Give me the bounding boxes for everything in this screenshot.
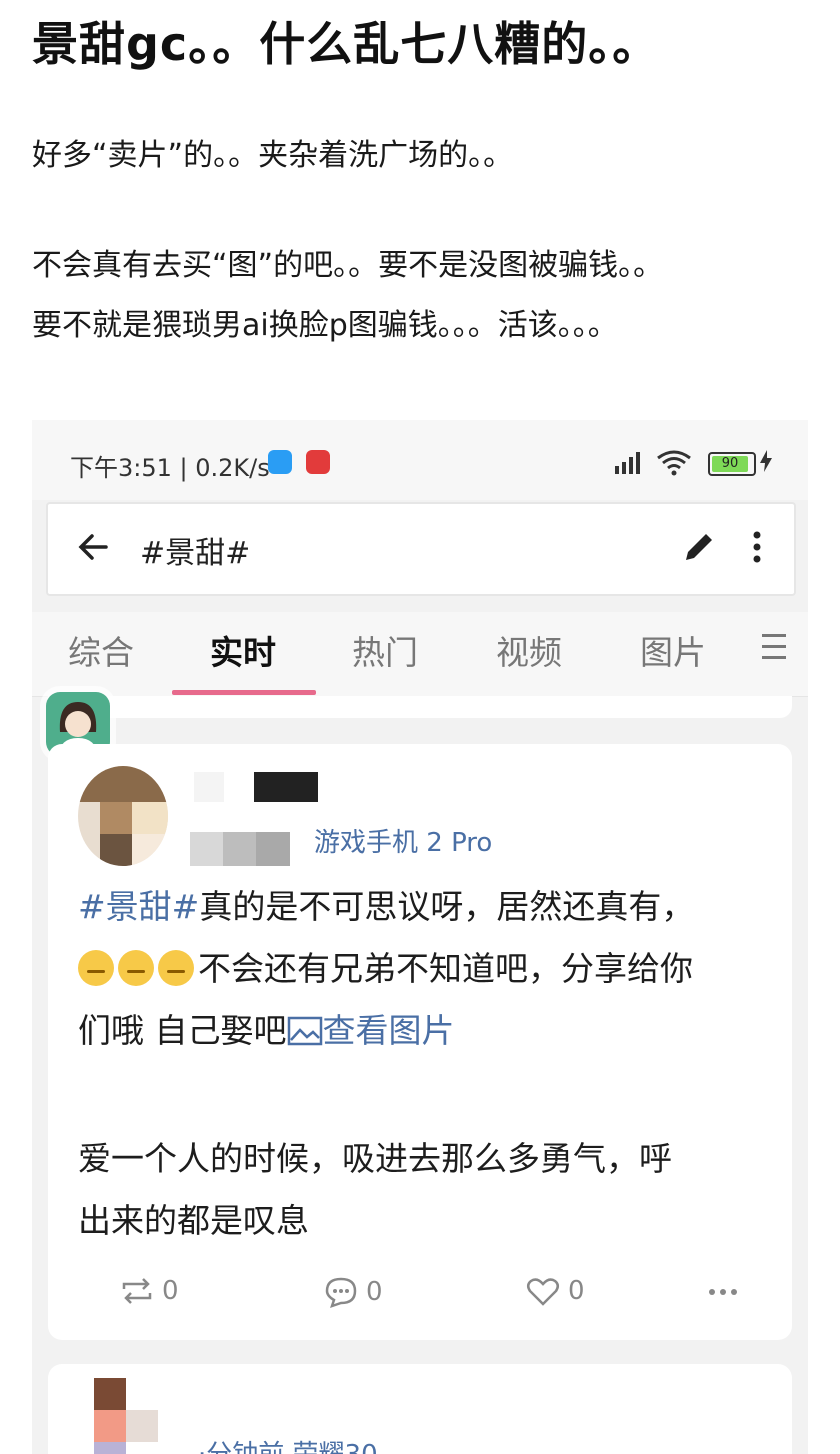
username-redacted [254, 772, 318, 802]
tab-bar: 综合 实时 热门 视频 图片 [32, 612, 808, 697]
pleading-face-icon [118, 950, 154, 986]
view-images-link[interactable]: 查看图片 [287, 1011, 455, 1050]
menu-icon[interactable] [762, 634, 786, 667]
comment-count: 0 [366, 1277, 383, 1307]
status-bar: 下午3:51 | 0.2K/s 90 [32, 420, 808, 500]
tab-comprehensive[interactable]: 综合 [68, 626, 134, 674]
post-line-5: 出来的都是叹息 [78, 1201, 309, 1240]
post-paragraph-3: 要不就是猥琐男ai换脸p图骗钱。。。活该。。。 [32, 308, 618, 343]
signal-icon [615, 450, 640, 474]
music-app-icon [306, 450, 330, 474]
next-post-card[interactable]: ·分钟前 荣耀30 [48, 1364, 792, 1454]
post-line-4: 爱一个人的时候，吸进去那么多勇气，呼 [78, 1139, 672, 1178]
app-notification-icon [268, 450, 292, 474]
post-line-1: #景甜#真的是不可思议呀，居然还真有， [78, 887, 695, 926]
wifi-icon [657, 450, 691, 476]
avatar-blur [94, 1378, 126, 1410]
next-post-meta: ·分钟前 荣耀30 [198, 1434, 378, 1454]
more-icon[interactable] [708, 1288, 738, 1296]
previous-card-edge [48, 696, 792, 718]
heart-icon [527, 1278, 559, 1306]
avatar-blur-4 [94, 1442, 126, 1454]
tab-video[interactable]: 视频 [496, 626, 562, 674]
arrow-left-icon[interactable] [76, 530, 110, 564]
kebab-icon[interactable] [750, 530, 764, 564]
post-line-2: 不会还有兄弟不知道吧，分享给你 [78, 942, 693, 990]
repost-count: 0 [162, 1276, 179, 1306]
post-title: 景甜gc。。什么乱七八糟的。。 [32, 17, 660, 71]
post-card[interactable]: 游戏手机 2 Pro #景甜#真的是不可思议呀，居然还真有， 不会还有兄弟不知道… [48, 744, 792, 1340]
tab-hot[interactable]: 热门 [352, 626, 418, 674]
image-icon [287, 1016, 322, 1046]
status-time-speed: 下午3:51 | 0.2K/s [70, 454, 270, 482]
battery-icon: 90 [708, 452, 756, 476]
like-button[interactable]: 0 [526, 1276, 585, 1306]
embedded-screenshot: 下午3:51 | 0.2K/s 90 #景甜# 综合 实时 热门 视频 图片 游… [32, 420, 808, 1454]
meta-blur [190, 832, 290, 866]
action-bar: 0 0 0 [48, 1272, 792, 1316]
pencil-icon[interactable] [682, 530, 716, 564]
tab-images[interactable]: 图片 [640, 626, 706, 674]
charging-icon [760, 450, 772, 472]
active-tab-indicator [172, 690, 316, 695]
hashtag-link[interactable]: #景甜# [78, 887, 199, 926]
avatar[interactable] [78, 766, 168, 866]
pleading-face-icon [158, 950, 194, 986]
post-paragraph-2: 不会真有去买“图”的吧。。要不是没图被骗钱。。 [32, 248, 664, 283]
pleading-face-icon [78, 950, 114, 986]
repost-button[interactable]: 0 [120, 1276, 179, 1306]
comment-icon [325, 1277, 357, 1308]
tab-realtime[interactable]: 实时 [210, 626, 276, 674]
avatar-blur-2 [94, 1410, 126, 1442]
topic-title: #景甜# [140, 536, 251, 571]
repost-icon [122, 1278, 152, 1304]
avatar-blur-3 [126, 1410, 158, 1442]
device-label: 游戏手机 2 Pro [314, 828, 493, 858]
post-paragraph-1: 好多“卖片”的。。夹杂着洗广场的。。 [32, 138, 514, 173]
like-count: 0 [568, 1276, 585, 1306]
username-blur-left [194, 772, 224, 802]
topic-header: #景甜# [46, 502, 796, 596]
comment-button[interactable]: 0 [324, 1276, 383, 1308]
post-line-3: 们哦 自己娶吧 查看图片 [78, 1011, 455, 1050]
battery-level: 90 [712, 456, 748, 472]
